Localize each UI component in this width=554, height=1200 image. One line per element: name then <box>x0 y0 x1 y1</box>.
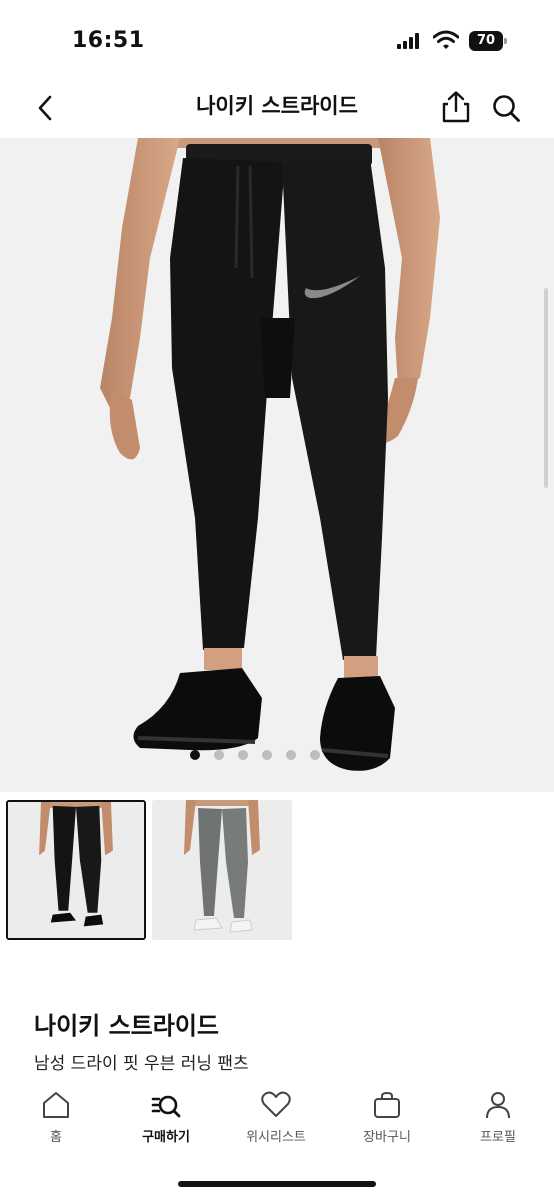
home-icon <box>43 1092 69 1118</box>
thumbnail-image <box>8 802 144 938</box>
home-indicator[interactable] <box>178 1181 376 1187</box>
wifi-icon <box>432 30 460 50</box>
search-button[interactable] <box>490 92 522 124</box>
carousel-dot[interactable] <box>214 750 224 760</box>
search-icon <box>493 95 520 122</box>
bag-icon <box>374 1091 400 1118</box>
product-photo <box>0 138 554 792</box>
share-icon <box>442 91 470 123</box>
tab-cart[interactable]: 장바구니 <box>332 1090 442 1160</box>
tab-label: 위시리스트 <box>246 1130 306 1145</box>
tab-profile[interactable]: 프로필 <box>443 1090 553 1160</box>
share-button[interactable] <box>440 90 472 124</box>
carousel-dot[interactable] <box>238 750 248 760</box>
tab-label: 장바구니 <box>363 1130 411 1145</box>
heart-icon <box>261 1091 291 1117</box>
tab-home[interactable]: 홈 <box>1 1090 111 1160</box>
tab-wishlist[interactable]: 위시리스트 <box>221 1090 331 1160</box>
shop-search-icon <box>151 1095 181 1118</box>
carousel-dot[interactable] <box>262 750 272 760</box>
scrollbar[interactable] <box>544 288 548 488</box>
tab-label: 구매하기 <box>142 1130 190 1145</box>
status-bar: 16:51 70 <box>0 0 554 80</box>
product-image-carousel[interactable] <box>0 138 554 792</box>
tab-label: 프로필 <box>480 1130 516 1145</box>
profile-icon <box>486 1092 510 1119</box>
top-nav-bar: 나이키 스트라이드 <box>0 80 554 136</box>
carousel-dot[interactable] <box>310 750 320 760</box>
thumbnail-black[interactable] <box>6 800 146 940</box>
battery-level: 70 <box>469 31 503 51</box>
carousel-dot[interactable] <box>286 750 296 760</box>
tab-label: 홈 <box>50 1130 62 1145</box>
product-name: 나이키 스트라이드 <box>34 1012 219 1040</box>
tab-shop[interactable]: 구매하기 <box>111 1090 221 1160</box>
cellular-signal-icon <box>397 33 423 49</box>
carousel-dot[interactable] <box>190 750 200 760</box>
thumbnail-image <box>152 800 292 940</box>
battery-icon: 70 <box>469 31 507 51</box>
thumbnail-grey[interactable] <box>152 800 292 940</box>
product-subtitle: 남성 드라이 핏 우븐 러닝 팬츠 <box>34 1054 249 1074</box>
status-time: 16:51 <box>72 28 145 53</box>
